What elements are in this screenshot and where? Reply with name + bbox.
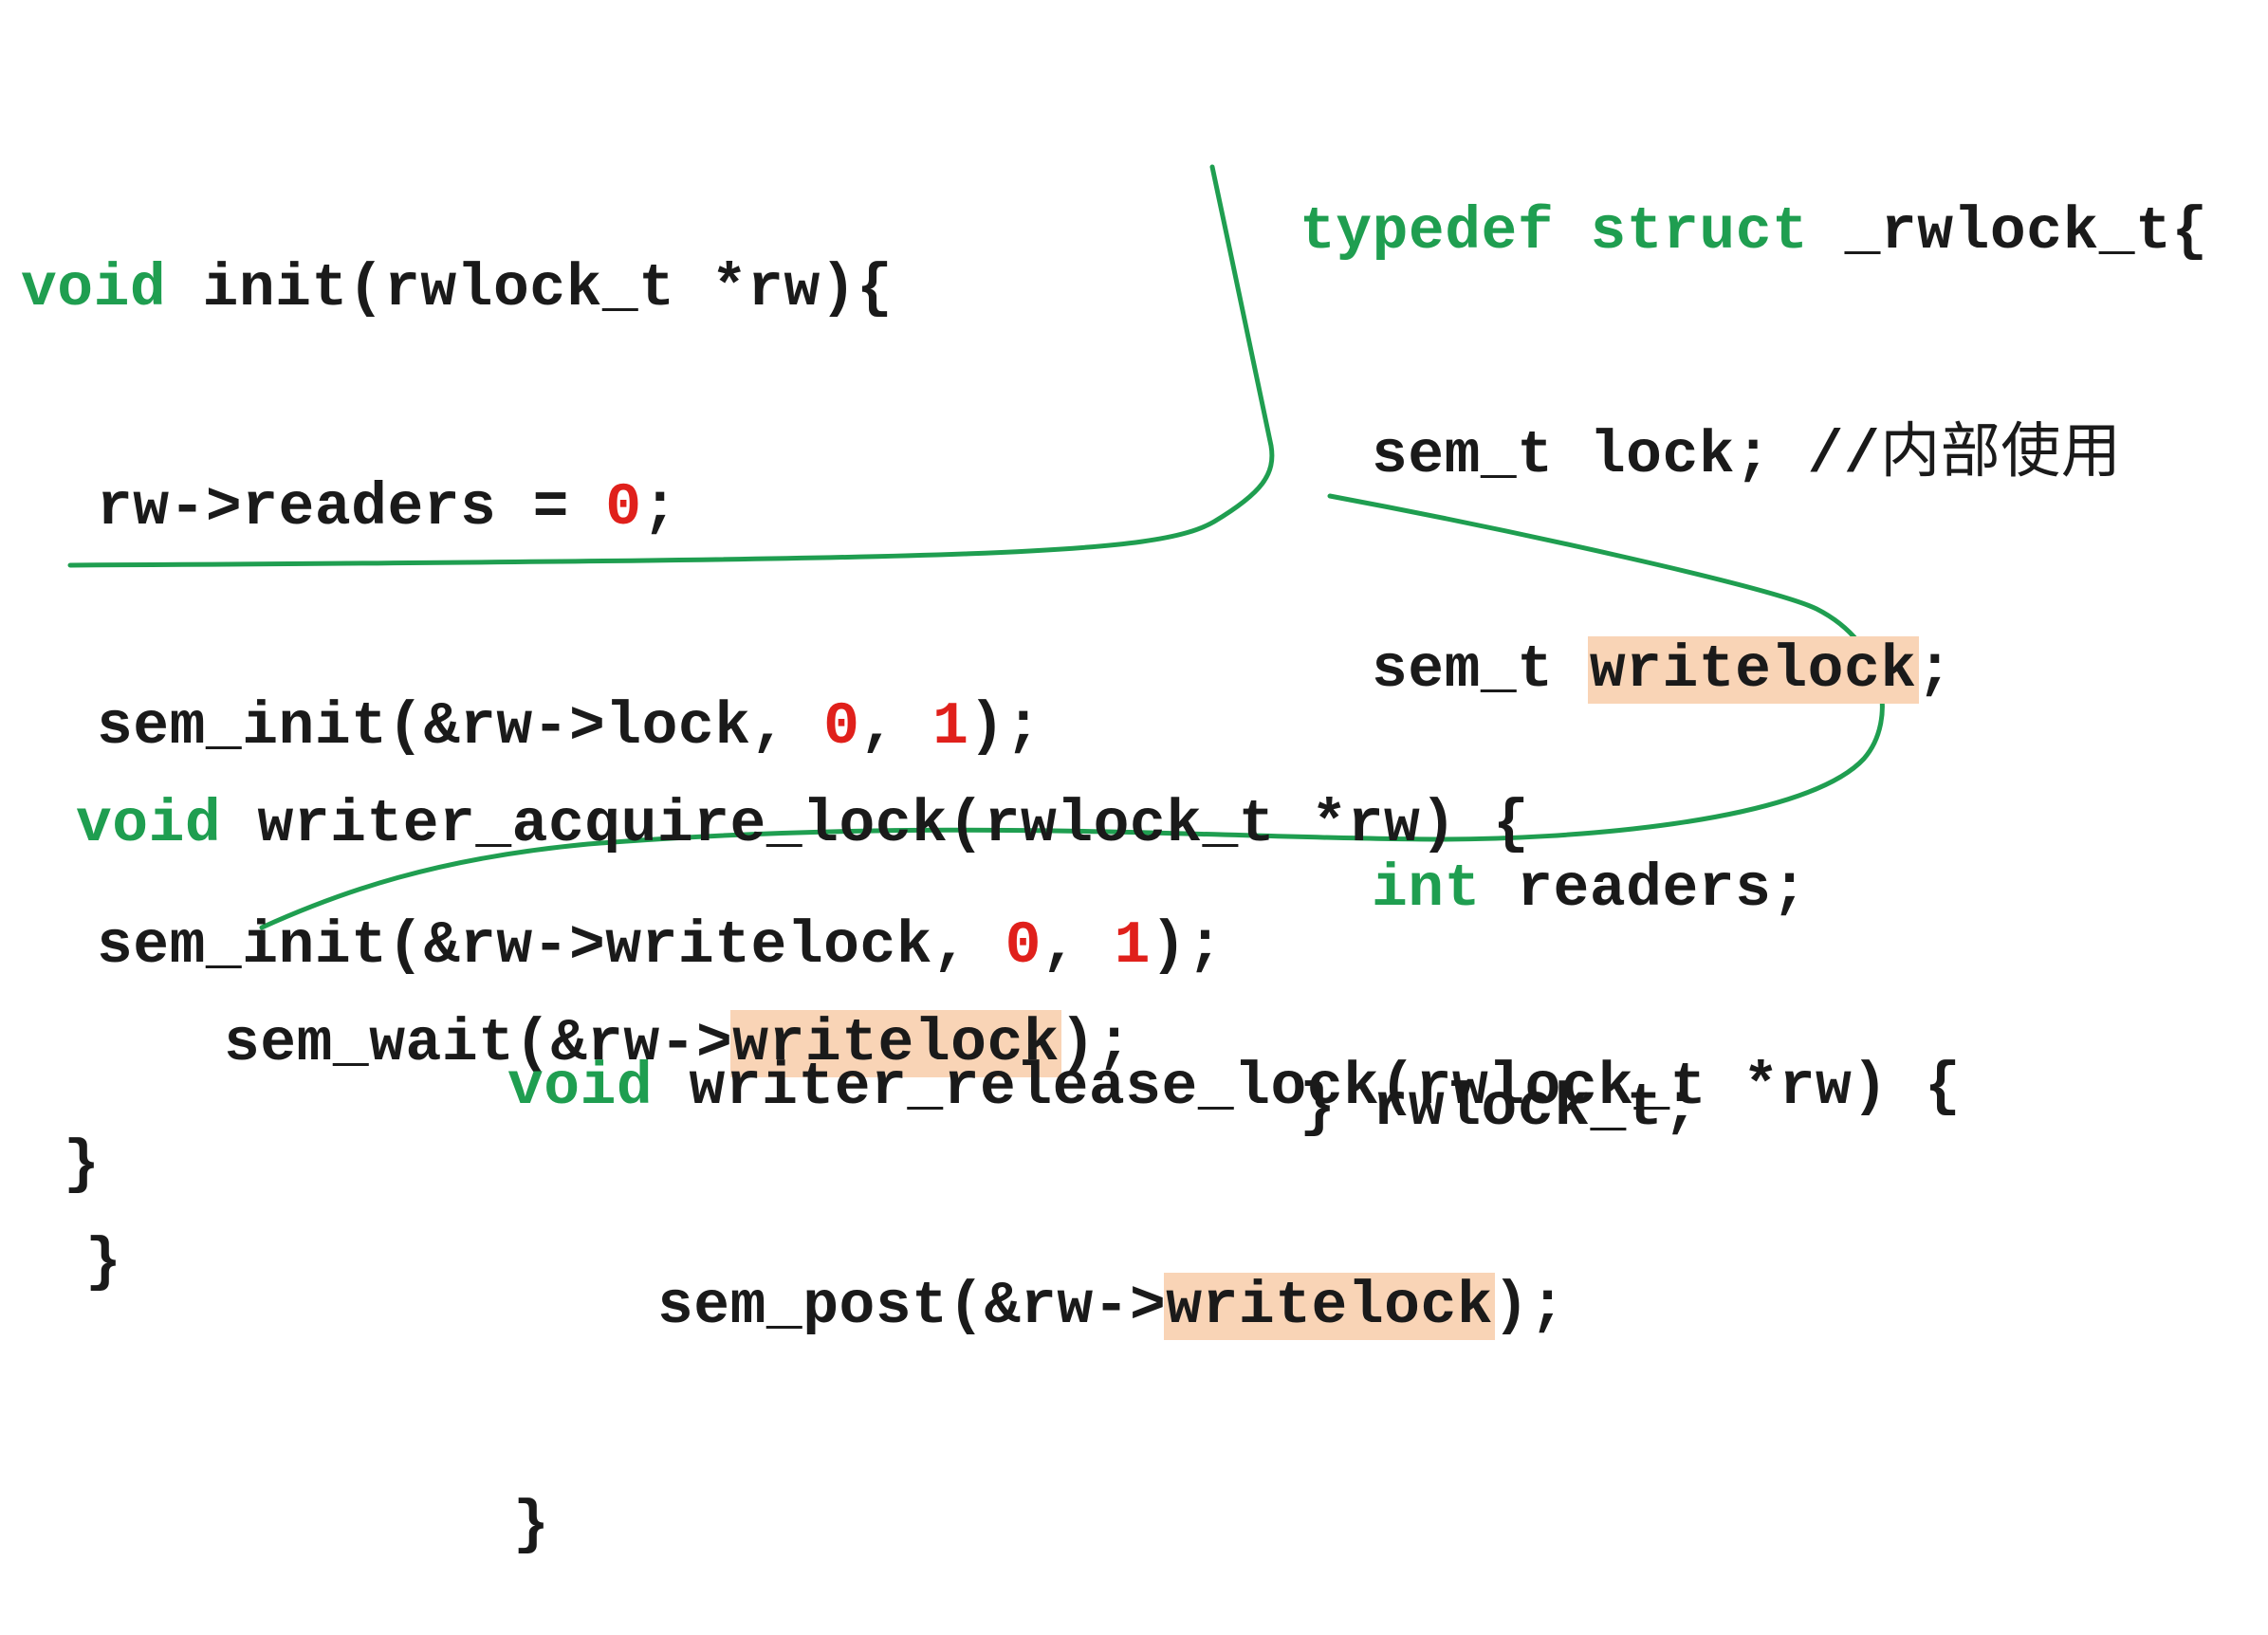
code-text: ); bbox=[1493, 1273, 1566, 1340]
code-text: ; bbox=[1916, 636, 1953, 704]
writer-release-block: void writer_release_lock(rwlock_t *rw) {… bbox=[507, 905, 1961, 1635]
code-text: ; bbox=[641, 474, 678, 542]
acquire-line-1: void writer_acquire_lock(rwlock_t *rw) { bbox=[76, 788, 1529, 861]
struct-line-2: sem_t lock; //内部使用 bbox=[1300, 414, 2208, 489]
release-line-2: sem_post(&rw->writelock); bbox=[507, 1270, 1961, 1343]
acquire-signature: writer_acquire_lock(rwlock_t *rw) { bbox=[221, 791, 1530, 858]
struct-name: _rwlock_t{ bbox=[1844, 198, 2208, 266]
release-line-1: void writer_release_lock(rwlock_t *rw) { bbox=[507, 1051, 1961, 1124]
number-literal: 0 bbox=[605, 474, 642, 542]
highlight-writelock: writelock bbox=[1587, 636, 1919, 704]
struct-line-1: typedef struct _rwlock_t{ bbox=[1300, 195, 2208, 268]
keyword-typedef: typedef bbox=[1300, 198, 1555, 266]
keyword-struct: struct bbox=[1590, 198, 1809, 266]
keyword-void: void bbox=[507, 1054, 654, 1121]
init-signature: init(rwlock_t *rw){ bbox=[166, 255, 894, 322]
init-line-2: rw->readers = 0; bbox=[21, 471, 1224, 544]
code-text: sem_post(&rw-> bbox=[657, 1273, 1167, 1340]
highlight-writelock: writelock bbox=[1164, 1273, 1496, 1340]
code-text: rw->readers = bbox=[97, 474, 606, 542]
init-line-1: void init(rwlock_t *rw){ bbox=[21, 252, 1224, 325]
keyword-void: void bbox=[76, 791, 222, 858]
release-line-3: } bbox=[513, 1492, 550, 1559]
code-comment: 内部使用 bbox=[1880, 416, 2122, 486]
code-text: sem_t lock; // bbox=[1372, 422, 1881, 489]
keyword-void: void bbox=[21, 255, 167, 322]
release-signature: writer_release_lock(rwlock_t *rw) { bbox=[653, 1054, 1962, 1121]
